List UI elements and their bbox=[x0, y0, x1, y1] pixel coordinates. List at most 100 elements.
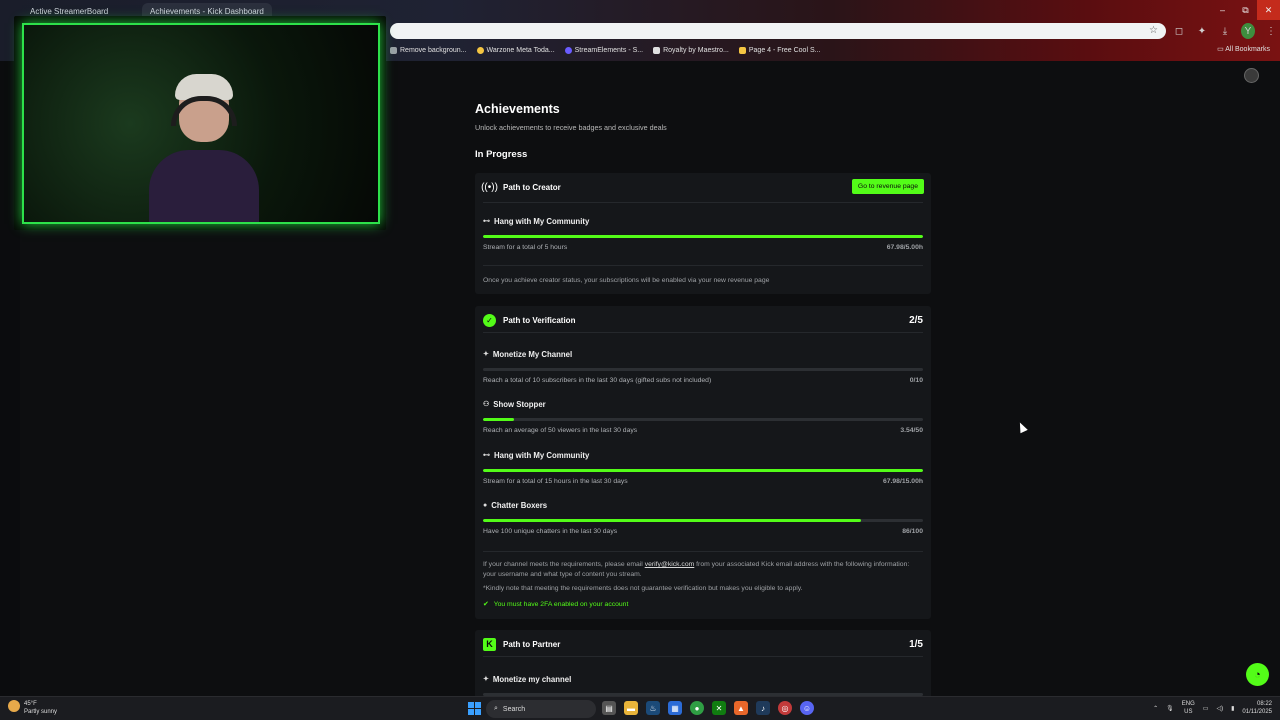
close-icon[interactable]: ✕ bbox=[1257, 0, 1280, 20]
progress-track bbox=[483, 418, 923, 421]
kick-logo-icon: K bbox=[483, 637, 496, 651]
broadcast-icon: ((•)) bbox=[481, 181, 498, 193]
bookmark-label: Warzone Meta Toda... bbox=[486, 46, 555, 54]
bookmark-favicon bbox=[564, 46, 572, 54]
weather-icon bbox=[8, 700, 20, 712]
system-tray: ⌃ 🎙 ENG US ▭ ◁) ▮ 08:22 01/11/2025 bbox=[1153, 700, 1272, 716]
sparkle-icon: ✦ bbox=[483, 676, 489, 683]
achievement-item: ● Chatter Boxers Have 100 unique chatters… bbox=[483, 500, 923, 535]
mic-icon[interactable]: 🎙 bbox=[1166, 705, 1174, 712]
clock[interactable]: 08:22 01/11/2025 bbox=[1242, 700, 1272, 716]
extension-icon[interactable]: ✦ bbox=[1195, 23, 1209, 39]
progress-track bbox=[483, 469, 923, 472]
discord-icon[interactable]: ☺ bbox=[800, 701, 814, 715]
achievement-description: Reach a total of 10 subscribers in the l… bbox=[483, 377, 712, 384]
sparkle-icon: ✦ bbox=[483, 351, 489, 358]
progress-fill bbox=[483, 469, 923, 472]
language-indicator[interactable]: ENG US bbox=[1182, 700, 1195, 716]
revenue-page-button[interactable]: Go to revenue page bbox=[851, 179, 924, 194]
bookmark-favicon bbox=[476, 46, 484, 54]
bookmark-favicon bbox=[738, 46, 746, 54]
achievement-meta: Have 100 unique chatters in the last 30 … bbox=[483, 528, 923, 535]
achievement-item: ⊷ Hang with My Community Stream for a tot… bbox=[483, 216, 923, 251]
bookmark-item[interactable]: Royalty by Maestro... bbox=[653, 46, 729, 54]
twofa-text: You must have 2FA enabled on your accoun… bbox=[493, 600, 629, 608]
download-icon[interactable]: ⤓ bbox=[1218, 23, 1232, 39]
chrome-icon[interactable]: ● bbox=[690, 701, 704, 715]
achievement-value: 67.98/15.00h bbox=[882, 478, 923, 485]
achievement-name: ⊷ Hang with My Community bbox=[483, 450, 923, 460]
all-bookmarks-label: All Bookmarks bbox=[1225, 46, 1270, 53]
achievement-title: Chatter Boxers bbox=[491, 500, 548, 510]
profile-icon[interactable]: Y bbox=[1241, 23, 1255, 39]
card-title: Path to Creator bbox=[503, 182, 561, 192]
verified-badge-icon: ✓ bbox=[483, 313, 496, 327]
creator-note: Once you achieve creator status, your su… bbox=[483, 277, 770, 284]
progress-fill bbox=[483, 235, 923, 238]
mouse-cursor bbox=[1016, 420, 1028, 434]
app-icon[interactable]: ◎ bbox=[778, 701, 792, 715]
volume-icon[interactable]: ◁) bbox=[1216, 705, 1223, 712]
progress-count: 2/5 bbox=[909, 314, 923, 326]
achievement-title: Monetize my channel bbox=[492, 674, 572, 684]
chevron-up-icon[interactable]: ⌃ bbox=[1153, 705, 1158, 712]
bookmark-item[interactable]: Remove backgroun... bbox=[390, 46, 467, 54]
battery-icon[interactable]: ▮ bbox=[1231, 705, 1234, 712]
restore-icon[interactable]: ⧉ bbox=[1234, 0, 1257, 20]
all-bookmarks-link[interactable]: ▭ All Bookmarks bbox=[1217, 45, 1270, 53]
achievement-meta: Reach an average of 50 viewers in the la… bbox=[483, 427, 923, 434]
achievement-name: ✦ Monetize my channel bbox=[483, 674, 923, 684]
extension-icon[interactable]: ◻ bbox=[1172, 23, 1186, 39]
webcam-overlay bbox=[14, 16, 386, 230]
temperature: 45°F bbox=[24, 701, 37, 707]
viewers-icon: ⚇ bbox=[483, 401, 490, 408]
store-icon[interactable]: ▦ bbox=[668, 701, 682, 715]
achievement-value: 67.98/5.00h bbox=[886, 244, 923, 251]
verification-card: ✓ Path to Verification 2/5 ✦ Monetize My … bbox=[475, 306, 931, 619]
webcam-feed bbox=[22, 23, 380, 224]
divider bbox=[483, 656, 923, 657]
note-text: If your channel meets the requirements, … bbox=[483, 561, 645, 568]
weather-widget[interactable]: 45°F Partly sunny bbox=[8, 700, 57, 716]
app-icon[interactable]: ♪ bbox=[756, 701, 770, 715]
partner-card: K Path to Partner 1/5 ✦ Monetize my chann… bbox=[475, 630, 931, 700]
verify-email-link[interactable]: verify@kick.com bbox=[645, 561, 695, 568]
language: ENG bbox=[1181, 701, 1195, 707]
task-view-icon[interactable]: ▤ bbox=[602, 701, 616, 715]
search-icon: ⌕ bbox=[494, 705, 498, 712]
achievement-name: ⊷ Hang with My Community bbox=[483, 216, 923, 226]
creator-card: ((•)) Path to Creator Go to revenue page… bbox=[475, 173, 931, 294]
chat-bubble-icon: ● bbox=[483, 501, 488, 509]
bookmark-item[interactable]: Warzone Meta Toda... bbox=[476, 46, 555, 54]
page-title: Achievements bbox=[475, 102, 560, 116]
achievement-name: ⚇ Show Stopper bbox=[483, 399, 923, 409]
achievement-value: 86/100 bbox=[902, 528, 923, 535]
taskbar-search[interactable]: ⌕ Search bbox=[486, 700, 596, 718]
achievement-name: ✦ Monetize My Channel bbox=[483, 349, 923, 359]
xbox-icon[interactable]: ✕ bbox=[712, 701, 726, 715]
divider bbox=[483, 202, 923, 203]
menu-icon[interactable]: ⋮ bbox=[1264, 23, 1278, 39]
achievement-value: 3.54/50 bbox=[900, 427, 923, 434]
user-avatar[interactable] bbox=[1244, 68, 1259, 83]
app-icon[interactable]: ▲ bbox=[734, 701, 748, 715]
bookmark-item[interactable]: StreamElements - S... bbox=[564, 46, 644, 54]
achievement-name: ● Chatter Boxers bbox=[483, 500, 923, 510]
bookmark-favicon bbox=[653, 46, 661, 54]
bookmark-star-icon[interactable]: ☆ bbox=[1149, 25, 1158, 36]
windows-start-icon[interactable] bbox=[468, 702, 481, 715]
card-header: K Path to Partner 1/5 bbox=[483, 637, 923, 651]
divider bbox=[483, 551, 923, 552]
help-chat-icon[interactable]: ◔ bbox=[1246, 663, 1269, 686]
file-explorer-icon[interactable]: ▬ bbox=[624, 701, 638, 715]
address-bar[interactable]: ☆ bbox=[390, 23, 1166, 39]
bookmark-item[interactable]: Page 4 - Free Cool S... bbox=[738, 46, 820, 54]
start-tile bbox=[475, 709, 481, 715]
progress-fill bbox=[483, 418, 515, 421]
bookmark-label: StreamElements - S... bbox=[574, 46, 644, 54]
steam-icon[interactable]: ♨ bbox=[646, 701, 660, 715]
progress-fill bbox=[483, 519, 862, 522]
minimize-icon[interactable]: – bbox=[1211, 0, 1234, 20]
network-icon[interactable]: ▭ bbox=[1203, 705, 1209, 712]
bookmark-label: Remove backgroun... bbox=[400, 46, 467, 54]
